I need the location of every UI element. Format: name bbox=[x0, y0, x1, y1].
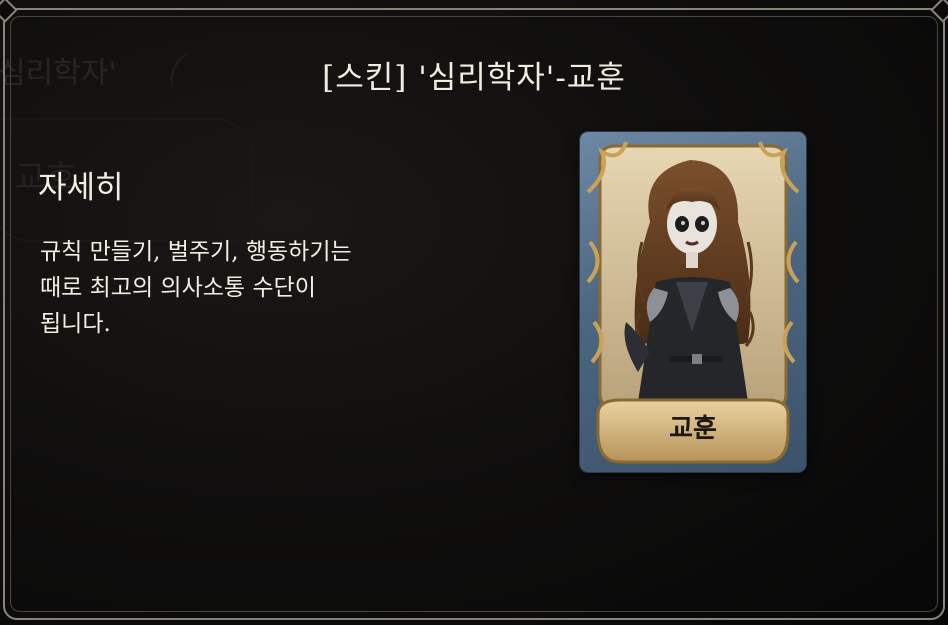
frame-corner-ornament-top-right bbox=[930, 0, 948, 23]
skin-detail-screen: 심리학자' 교호 [스킨] '심리학자'-교훈 자세히 규칙 만들기, 벌주기,… bbox=[0, 0, 948, 625]
skin-description: 규칙 만들기, 벌주기, 행동하기는 때로 최고의 의사소통 수단이 됩니다. bbox=[40, 239, 352, 337]
dialog-title: [스킨] '심리학자'-교훈 bbox=[322, 60, 626, 96]
frame-corner-ornament-top-left bbox=[0, 0, 18, 23]
section-heading: 자세히 bbox=[38, 170, 124, 206]
skin-card-name: 교훈 bbox=[669, 414, 717, 444]
